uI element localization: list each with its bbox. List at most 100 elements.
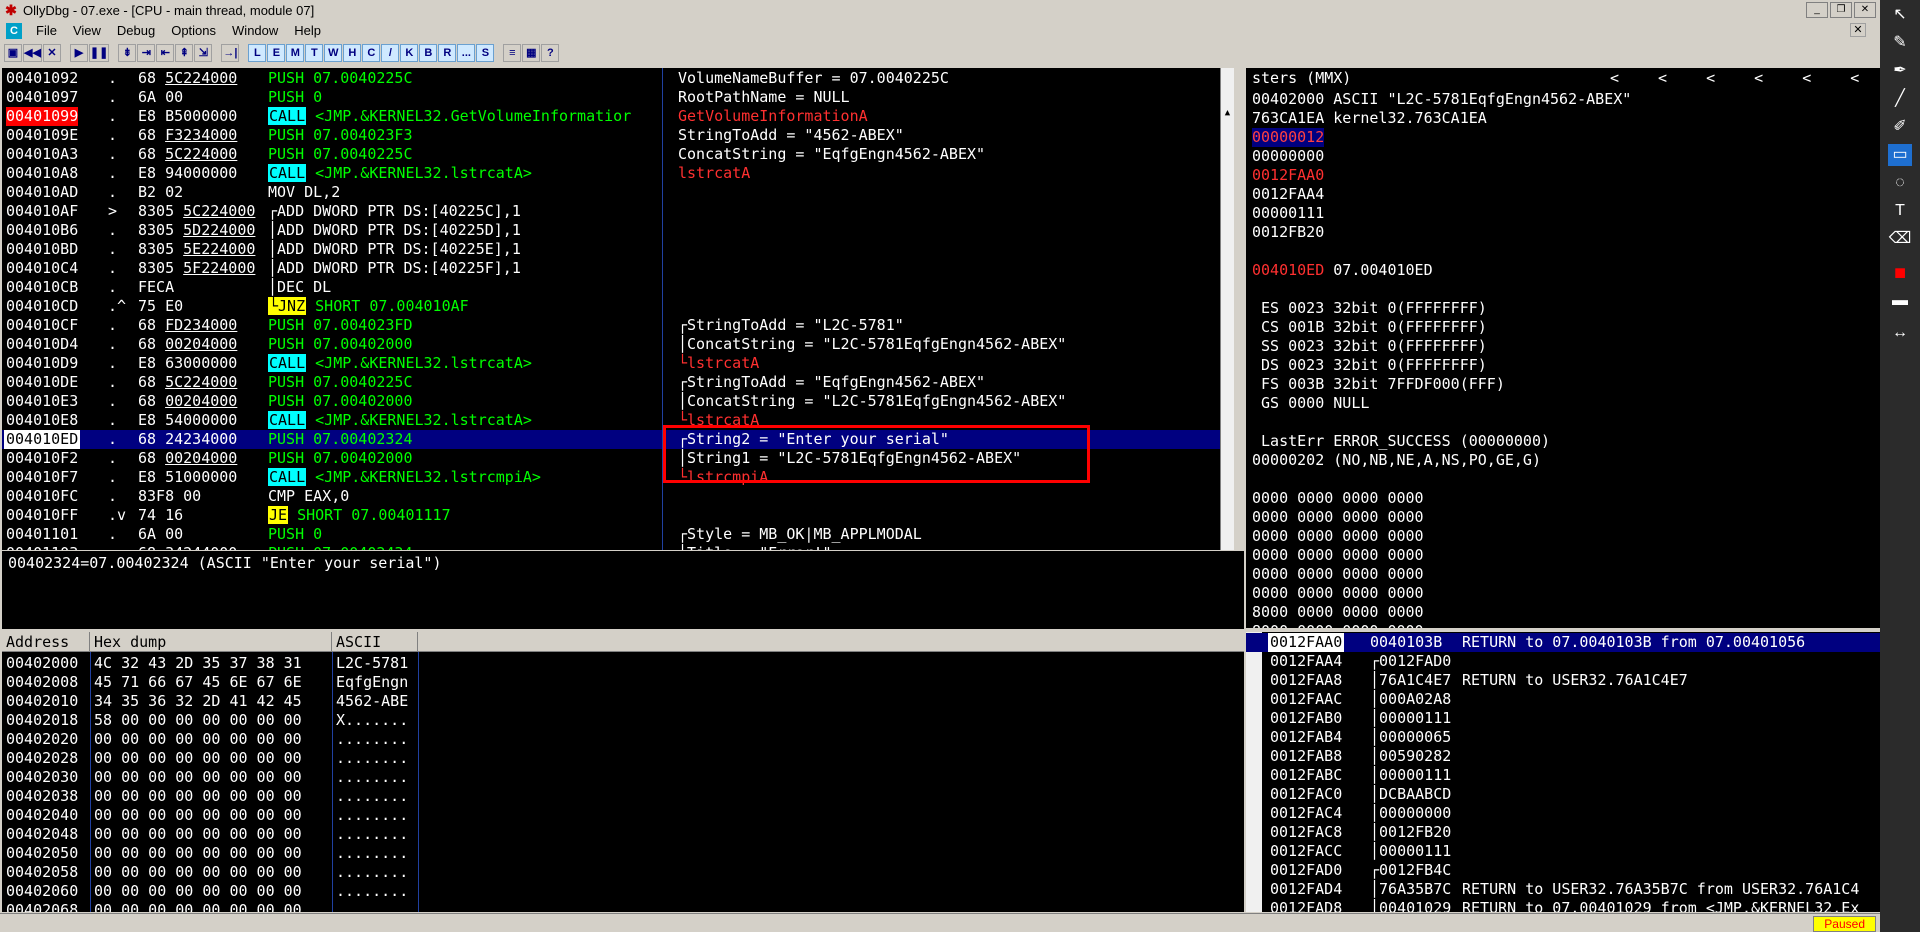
disasm-row[interactable]: 004010C4. 8305 5F224000 │ADD DWORD PTR DS:…: [2, 259, 1234, 278]
stack-row[interactable]: 0012FAD8 │00401029 RETURN to 07.00401029 f…: [1246, 899, 1880, 912]
list-icon[interactable]: ≡: [503, 44, 522, 62]
disassembly-scrollbar[interactable]: ▲: [1220, 68, 1234, 550]
dump-column-address[interactable]: Address: [2, 632, 90, 652]
register-line[interactable]: SS 0023 32bit 0(FFFFFFFF): [1252, 337, 1487, 356]
register-line[interactable]: GS 0000 NULL: [1252, 394, 1369, 413]
register-line[interactable]: 00402000 ASCII "L2C-5781EqfgEngn4562-ABE…: [1252, 90, 1631, 109]
register-line[interactable]: ES 0023 32bit 0(FFFFFFFF): [1252, 299, 1487, 318]
patches-window-button[interactable]: /: [381, 44, 400, 62]
register-line[interactable]: 0000 0000 0000 0000: [1252, 508, 1424, 527]
disasm-row[interactable]: 004010CD .^ 75 E0 └JNZ SHORT 07.004010AF: [2, 297, 1234, 316]
line-icon[interactable]: ╱: [1888, 88, 1912, 110]
register-line[interactable]: 0000 0000 0000 0000: [1252, 546, 1424, 565]
execute-till-return-button[interactable]: ⇲: [194, 44, 213, 62]
expand-icon[interactable]: ↔: [1888, 322, 1912, 344]
eraser-icon[interactable]: ⌫: [1888, 228, 1912, 250]
stack-row[interactable]: 0012FAC4 │00000000: [1246, 804, 1880, 823]
pause-button[interactable]: ❚❚: [88, 44, 110, 62]
mdi-close-icon[interactable]: ✕: [1850, 23, 1866, 37]
trace-over-button[interactable]: ⇞: [175, 44, 194, 62]
register-line[interactable]: 00000202 (NO,NB,NE,A,NS,PO,GE,G): [1252, 451, 1541, 470]
handles-window-button[interactable]: H: [343, 44, 362, 62]
pen-icon[interactable]: ✒: [1888, 60, 1912, 82]
cpu-window-button[interactable]: C: [362, 44, 381, 62]
cpu-window-icon[interactable]: C: [6, 22, 22, 39]
threads-window-button[interactable]: T: [305, 44, 324, 62]
disasm-row[interactable]: 004010CF. 68 FD234000 PUSH 07.004023FD ┌Str…: [2, 316, 1234, 335]
stack-row[interactable]: 0012FAB0 │00000111: [1246, 709, 1880, 728]
stack-row[interactable]: 0012FAB8 │00590282: [1246, 747, 1880, 766]
modules-window-button[interactable]: E: [267, 44, 286, 62]
register-line[interactable]: 0012FB20: [1252, 223, 1324, 242]
trace-into-button[interactable]: ⇤: [156, 44, 175, 62]
dump-column-ascii[interactable]: ASCII: [332, 632, 418, 652]
disasm-row[interactable]: 004010CB. FECA │DEC DL: [2, 278, 1234, 297]
line-width-icon[interactable]: ▬: [1888, 290, 1912, 312]
breakpoints-window-button[interactable]: B: [419, 44, 438, 62]
register-line[interactable]: 0012FAA4: [1252, 185, 1324, 204]
disasm-row[interactable]: 004010A8. E8 94000000 CALL <JMP.&KERNEL32.…: [2, 164, 1234, 183]
stack-row[interactable]: 0012FAB4 │00000065: [1246, 728, 1880, 747]
register-line[interactable]: 0012FAA0: [1252, 166, 1324, 185]
scroll-up-icon[interactable]: ▲: [1221, 106, 1234, 120]
pencil-icon[interactable]: ✎: [1888, 32, 1912, 54]
disasm-row[interactable]: 00401103. 68 34244000 PUSH 07.00402434 │Tit…: [2, 544, 1234, 550]
register-line[interactable]: 004010ED 07.004010ED: [1252, 261, 1433, 280]
step-over-button[interactable]: ⇥: [137, 44, 156, 62]
register-line[interactable]: 00000111: [1252, 204, 1324, 223]
source-window-button[interactable]: S: [476, 44, 495, 62]
stack-row[interactable]: 0012FAA0 0040103B RETURN to 07.0040103B fr…: [1246, 633, 1880, 652]
rectangle-icon[interactable]: ▭: [1888, 144, 1912, 166]
minimize-button[interactable]: _: [1806, 2, 1828, 18]
stack-row[interactable]: 0012FAC8 │0012FB20: [1246, 823, 1880, 842]
menu-file[interactable]: File: [28, 23, 65, 38]
disasm-row[interactable]: 00401101. 6A 00 PUSH 0 ┌Style = MB_OK|MB_AP…: [2, 525, 1234, 544]
stack-row[interactable]: 0012FACC │00000111: [1246, 842, 1880, 861]
registers-pane[interactable]: sters (MMX) < < < < < < 00402000 ASCII "…: [1246, 68, 1880, 628]
stack-row[interactable]: 0012FABC │00000111: [1246, 766, 1880, 785]
disasm-row[interactable]: 004010FC. 83F8 00 CMP EAX,0: [2, 487, 1234, 506]
disassembly-pane[interactable]: 00401092. 68 5C224000 PUSH 07.0040225C Volu…: [2, 68, 1234, 550]
pointer-icon[interactable]: ↖: [1888, 4, 1912, 26]
stack-row[interactable]: 0012FAC0 │DCBAABCD: [1246, 785, 1880, 804]
register-line[interactable]: 0000 0000 0000 0000: [1252, 527, 1424, 546]
register-line[interactable]: CS 001B 32bit 0(FFFFFFFF): [1252, 318, 1487, 337]
stack-row[interactable]: 0012FAD4 │76A35B7C RETURN to USER32.76A35B…: [1246, 880, 1880, 899]
register-line[interactable]: 763CA1EA kernel32.763CA1EA: [1252, 109, 1487, 128]
references-window-button[interactable]: R: [438, 44, 457, 62]
go-to-button[interactable]: →|: [221, 44, 240, 62]
blur-icon[interactable]: ◌: [1888, 172, 1912, 194]
menu-view[interactable]: View: [65, 23, 109, 38]
disasm-row[interactable]: 0040109E. 68 F3234000 PUSH 07.004023F3 Stri…: [2, 126, 1234, 145]
stack-row[interactable]: 0012FAAC │000A02A8: [1246, 690, 1880, 709]
stack-row[interactable]: 0012FAA4 ┌0012FAD0: [1246, 652, 1880, 671]
help-icon[interactable]: ?: [541, 44, 560, 62]
stack-row[interactable]: 0012FAD0 ┌0012FB4C: [1246, 861, 1880, 880]
registers-scroll-arrows[interactable]: < < < < < <: [1610, 69, 1859, 88]
disasm-row[interactable]: 004010FF .v 74 16 JE SHORT 07.00401117: [2, 506, 1234, 525]
disasm-row[interactable]: 00401099. E8 B5000000 CALL <JMP.&KERNEL32.…: [2, 107, 1234, 126]
disasm-row[interactable]: 004010DE. 68 5C224000 PUSH 07.0040225C ┌Str…: [2, 373, 1234, 392]
disasm-row[interactable]: 004010B6. 8305 5D224000 │ADD DWORD PTR DS:…: [2, 221, 1234, 240]
open-icon[interactable]: ▣: [4, 44, 22, 62]
menu-options[interactable]: Options: [163, 23, 224, 38]
register-line[interactable]: FS 003B 32bit 7FFDF000(FFF): [1252, 375, 1505, 394]
run-button[interactable]: ▶: [69, 44, 88, 62]
register-line[interactable]: DS 0023 32bit 0(FFFFFFFF): [1252, 356, 1487, 375]
step-into-button[interactable]: ⇟: [118, 44, 137, 62]
menu-help[interactable]: Help: [286, 23, 329, 38]
marker-icon[interactable]: ✐: [1888, 116, 1912, 138]
grid-icon[interactable]: ▦: [522, 44, 541, 62]
text-icon[interactable]: T: [1888, 200, 1912, 222]
close-button[interactable]: ✕: [1854, 2, 1876, 18]
call-stack-button[interactable]: K: [400, 44, 419, 62]
disasm-row[interactable]: 004010AF >8305 5C224000 ┌ADD DWORD PTR DS:…: [2, 202, 1234, 221]
disasm-row[interactable]: 004010D4. 68 00204000 PUSH 07.00402000 │Con…: [2, 335, 1234, 354]
restart-button[interactable]: ◀◀: [23, 44, 42, 62]
close-program-button[interactable]: ✕: [42, 44, 61, 62]
restore-button[interactable]: ❐: [1830, 2, 1852, 18]
disasm-row[interactable]: 00401097. 6A 00 PUSH 0 RootPathName = NULL: [2, 88, 1234, 107]
hex-dump-pane[interactable]: Address Hex dump ASCII 00402000 4C 32 43 …: [2, 632, 1244, 912]
registers-header[interactable]: sters (MMX) < < < < < <: [1246, 68, 1880, 88]
disasm-row[interactable]: 004010D9. E8 63000000 CALL <JMP.&KERNEL32.…: [2, 354, 1234, 373]
